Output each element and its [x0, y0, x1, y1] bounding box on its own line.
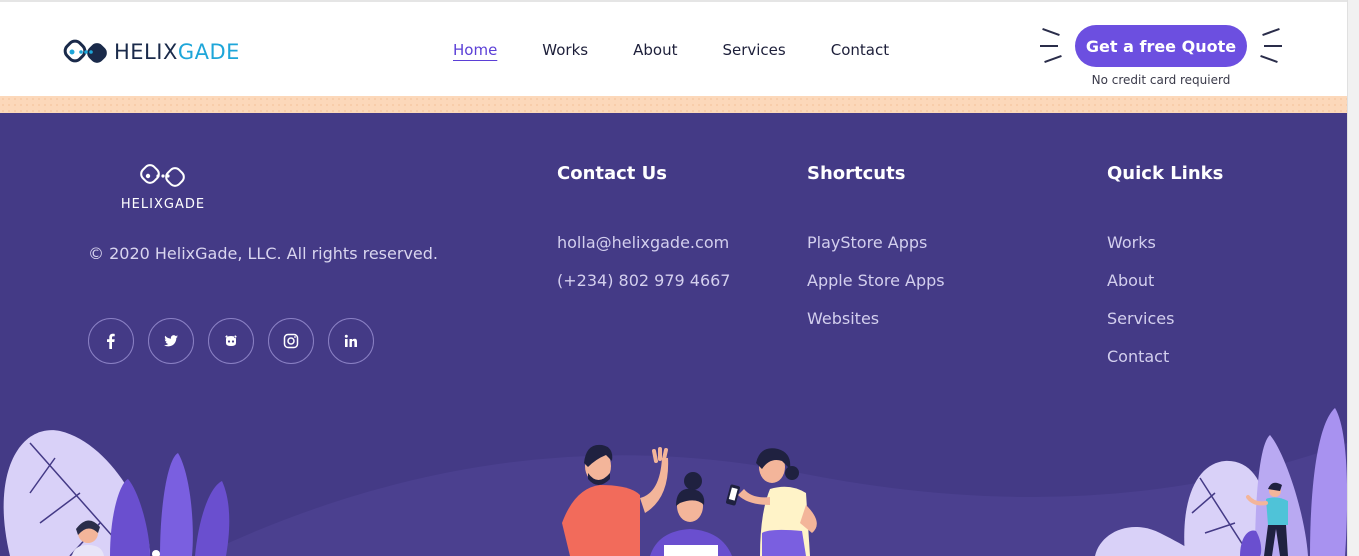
- twitter-link[interactable]: [148, 318, 194, 364]
- footer-contact-column: Contact Us holla@helixgade.com (+234) 80…: [557, 163, 730, 300]
- contact-heading: Contact Us: [557, 163, 668, 184]
- spark-right-bottom: [1260, 54, 1278, 64]
- quick-link-contact[interactable]: Contact: [1107, 338, 1223, 376]
- helix-logo-icon: [63, 39, 107, 63]
- facebook-link[interactable]: [88, 318, 134, 364]
- shortcuts-heading: Shortcuts: [807, 163, 906, 184]
- spark-right-top: [1262, 27, 1280, 37]
- nav-home[interactable]: Home: [453, 41, 497, 59]
- site-footer: HELIXGADE © 2020 HelixGade, LLC. All rig…: [0, 113, 1347, 556]
- linkedin-link[interactable]: [328, 318, 374, 364]
- cta-area: Get a free Quote No credit card requierd: [1040, 25, 1282, 89]
- spark-left-mid: [1040, 45, 1058, 47]
- helix-logo-white-icon: [140, 164, 185, 187]
- nav-about[interactable]: About: [633, 41, 677, 59]
- shortcut-websites-link[interactable]: Websites: [807, 300, 945, 338]
- github-link[interactable]: [208, 318, 254, 364]
- page-scrollbar[interactable]: [1347, 0, 1359, 556]
- contact-phone-link[interactable]: (+234) 802 979 4667: [557, 262, 730, 300]
- twitter-icon: [164, 335, 178, 347]
- shortcut-appstore-link[interactable]: Apple Store Apps: [807, 262, 945, 300]
- shortcut-playstore-link[interactable]: PlayStore Apps: [807, 224, 945, 262]
- logo-text: HELIXGADE: [114, 40, 240, 64]
- footer-logo[interactable]: HELIXGADE: [115, 161, 211, 212]
- facebook-icon: [107, 333, 115, 349]
- quick-link-works[interactable]: Works: [1107, 224, 1223, 262]
- social-links: [88, 318, 374, 364]
- spark-left-top: [1042, 27, 1060, 37]
- instagram-link[interactable]: [268, 318, 314, 364]
- nav-works[interactable]: Works: [542, 41, 588, 59]
- nav-contact[interactable]: Contact: [831, 41, 889, 59]
- spark-right-mid: [1264, 45, 1282, 47]
- footer-shortcuts-column: Shortcuts PlayStore Apps Apple Store App…: [807, 163, 945, 338]
- main-nav: Home Works About Services Contact: [453, 41, 889, 59]
- quick-link-about[interactable]: About: [1107, 262, 1223, 300]
- quick-link-services[interactable]: Services: [1107, 300, 1223, 338]
- footer-logo-text: HELIXGADE: [120, 197, 206, 212]
- get-quote-button[interactable]: Get a free Quote: [1075, 25, 1247, 67]
- footer-quick-links-column: Quick Links Works About Services Contact: [1107, 163, 1223, 376]
- spark-left-bottom: [1044, 54, 1062, 64]
- decorative-strip: [0, 96, 1347, 113]
- instagram-icon: [283, 333, 299, 349]
- header-logo[interactable]: HELIXGADE: [62, 36, 240, 68]
- cta-note: No credit card requierd: [1091, 73, 1231, 87]
- contact-email-link[interactable]: holla@helixgade.com: [557, 224, 730, 262]
- github-icon: [225, 335, 237, 346]
- left-plant-illustration: [3, 430, 230, 556]
- quick-links-heading: Quick Links: [1107, 163, 1224, 184]
- site-header: HELIXGADE Home Works About Services Cont…: [0, 0, 1347, 96]
- nav-services[interactable]: Services: [722, 41, 785, 59]
- linkedin-icon: [344, 334, 357, 347]
- copyright-text: © 2020 HelixGade, LLC. All rights reserv…: [88, 244, 438, 263]
